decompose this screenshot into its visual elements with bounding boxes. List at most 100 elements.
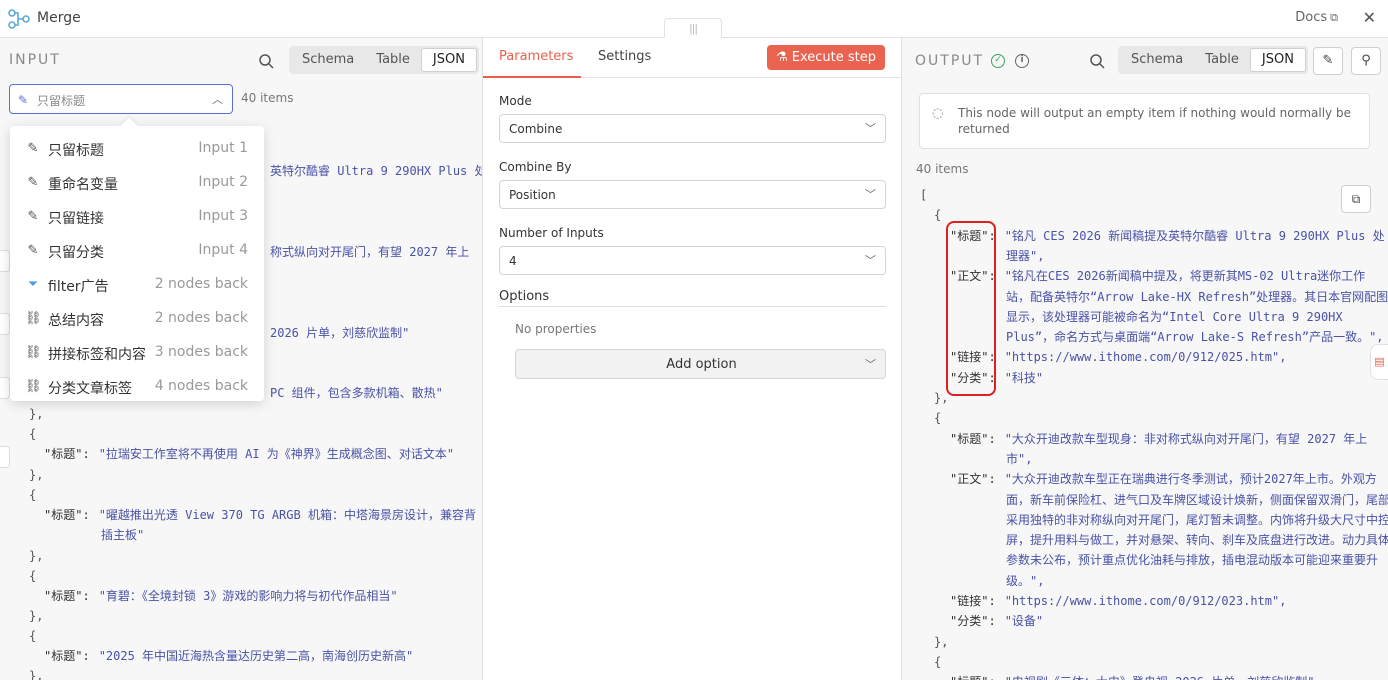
- dropdown-item-source: 2 nodes back: [154, 310, 248, 326]
- node-dropdown: ✎ 只留标题 Input 1 ✎ 重命名变量 Input 2 ✎ 只留链接 Input 3 ✎ 只留…: [10, 117, 264, 404]
- dropdown-item[interactable]: ⛓ 总结内容 2 nodes back: [10, 302, 264, 336]
- dropdown-item-source: 4 nodes back: [154, 378, 248, 394]
- json-line: {: [29, 485, 36, 505]
- dropdown-item[interactable]: ✎ 只留链接 Input 3: [10, 200, 264, 234]
- dropdown-item-source: Input 3: [198, 208, 248, 224]
- drag-handle[interactable]: |||: [664, 18, 722, 38]
- dropdown-item-source: Input 4: [198, 242, 248, 258]
- tab-schema[interactable]: Schema: [291, 48, 365, 72]
- json-line: Plus”，命名方式与桌面端“Arrow Lake-S Refresh”产品一致…: [1006, 327, 1384, 347]
- json-brace: {: [934, 411, 942, 426]
- json-value: "曜越推出光透 View 370 TG ARGB 机箱：中塔海景房设计，兼容背: [98, 508, 476, 522]
- num-inputs-select[interactable]: 4 ﹀: [499, 246, 886, 275]
- json-brace: },: [934, 391, 949, 405]
- json-brace: {: [29, 427, 37, 441]
- app-title: Merge: [37, 10, 81, 26]
- json-value: 采用独特的非对称纵向对开尾门，尾灯暂未调整。内饰将升级大尺寸中控: [1006, 512, 1388, 527]
- edge-marker: [0, 377, 10, 399]
- tab-parameters[interactable]: Parameters: [499, 49, 573, 64]
- json-key: "标题":: [44, 447, 90, 461]
- json-line: {: [29, 566, 36, 586]
- json-value: 插主板": [101, 528, 145, 542]
- json-value: "大众开迪改款车型现身：非对称式纵向对开尾门，有望 2027 年上: [1004, 431, 1368, 446]
- json-value: "育碧：《全境封锁 3》游戏的影响力将与初代作品相当": [98, 589, 398, 603]
- json-value: 屏，提升用料与做工，并对悬架、转向、刹车及底盘进行改进。动力具体: [1006, 533, 1388, 548]
- docs-label: Docs: [1295, 10, 1328, 25]
- json-line: {: [934, 652, 941, 672]
- json-line: 插主板": [101, 525, 144, 545]
- json-value: 参数未公布，预计重点优化油耗与排放，插电混动版本可能迎来重要升: [1006, 553, 1379, 568]
- json-line: 称式纵向对开尾门，有望 2027 年上: [270, 242, 469, 262]
- json-value: 市",: [1006, 451, 1033, 466]
- docs-link[interactable]: Docs ⧉: [1295, 10, 1338, 25]
- json-line: 英特尔酷睿 Ultra 9 290HX Plus 处: [270, 161, 483, 181]
- json-value: 理器",: [1006, 248, 1045, 263]
- json-line: "标题": "电视剧《三体：大史》登央视 2026 片单，刘慈欣监制": [950, 672, 1315, 680]
- json-line: "正文": "大众开迪改款车型正在瑞典进行冬季测试，预计2027年上市。外观方: [950, 469, 1377, 489]
- json-line: },: [29, 404, 43, 424]
- json-line: "标题": "育碧：《全境封锁 3》游戏的影响力将与初代作品相当": [44, 586, 398, 606]
- search-icon[interactable]: [258, 53, 274, 69]
- json-line: 理器",: [1006, 246, 1044, 266]
- tab-settings[interactable]: Settings: [598, 49, 651, 64]
- json-key: "标题":: [44, 649, 90, 663]
- add-option-button[interactable]: Add option ﹀: [515, 349, 886, 379]
- dropdown-item[interactable]: ✎ 重命名变量 Input 2: [10, 166, 264, 200]
- json-key: "标题":: [950, 431, 996, 446]
- success-check-icon: ✓: [991, 54, 1005, 68]
- json-brace: },: [29, 609, 44, 623]
- dropdown-item[interactable]: ✎ 只留标题 Input 1: [10, 132, 264, 166]
- json-line: 站，配备英特尔“Arrow Lake-HX Refresh”处理器。其日本官网配…: [1006, 287, 1388, 307]
- json-key: "分类":: [950, 614, 996, 629]
- dropdown-item-label: 总结内容: [48, 313, 104, 329]
- json-value: "科技": [1004, 370, 1044, 385]
- tab-table[interactable]: Table: [1194, 48, 1250, 72]
- output-items-count: 40 items: [916, 162, 969, 176]
- pencil-icon: ✎: [18, 93, 29, 107]
- dropdown-item[interactable]: ⛓ 分类文章标签 4 nodes back: [10, 370, 264, 404]
- combine-by-label: Combine By: [499, 160, 572, 174]
- json-value: 英特尔酷睿 Ultra 9 290HX Plus 处: [270, 164, 483, 178]
- dropdown-item-label: 拼接标签和内容: [48, 347, 146, 363]
- json-line: "标题": "曜越推出光透 View 370 TG ARGB 机箱：中塔海景房设计…: [44, 505, 476, 525]
- tab-schema[interactable]: Schema: [1120, 48, 1194, 72]
- json-line: },: [29, 546, 43, 566]
- execute-step-button[interactable]: ⚗ Execute step: [767, 45, 885, 70]
- json-line: 市",: [1006, 449, 1032, 469]
- copy-button[interactable]: ⧉: [1341, 185, 1371, 213]
- input-title: INPUT: [9, 52, 61, 68]
- tab-table[interactable]: Table: [365, 48, 421, 72]
- json-line: 采用独特的非对称纵向对开尾门，尾灯暂未调整。内饰将升级大尺寸中控: [1006, 510, 1388, 530]
- tab-json[interactable]: JSON: [420, 48, 477, 72]
- mode-select[interactable]: Combine ﹀: [499, 114, 886, 143]
- dropdown-item[interactable]: ⛓ 拼接标签和内容 3 nodes back: [10, 336, 264, 370]
- output-view-toggle: Schema Table JSON: [1118, 46, 1308, 74]
- json-brace: },: [29, 549, 44, 563]
- dropdown-item[interactable]: ✎ 只留分类 Input 4: [10, 234, 264, 268]
- tab-json[interactable]: JSON: [1249, 48, 1306, 72]
- chevron-down-icon: ﹀: [865, 122, 876, 135]
- json-brace: },: [934, 634, 949, 649]
- dropdown-item[interactable]: ⏷ filter广告 2 nodes back: [10, 268, 264, 302]
- filter-icon: ⏷: [27, 277, 39, 292]
- external-link-icon: ⧉: [1330, 11, 1338, 24]
- json-key: "正文":: [950, 472, 996, 487]
- info-icon[interactable]: i: [1015, 54, 1029, 68]
- close-button[interactable]: ✕: [1363, 8, 1376, 27]
- json-line: },: [934, 632, 948, 652]
- json-value: 显示，该处理器可能被命名为“Intel Core Ultra 9 290HX: [1006, 309, 1343, 324]
- pencil-icon: ✎: [27, 209, 39, 224]
- json-brace: {: [934, 208, 942, 223]
- loading-icon: ◌: [932, 106, 944, 121]
- json-line: "标题": "大众开迪改款车型现身：非对称式纵向对开尾门，有望 2027 年上: [950, 429, 1367, 449]
- pencil-icon: ✎: [1322, 53, 1334, 68]
- json-value: PC 组件，包含多款机箱、散热": [270, 386, 443, 400]
- json-brace: {: [29, 629, 37, 643]
- edit-output-button[interactable]: ✎: [1313, 47, 1343, 75]
- pin-data-button[interactable]: ⚲: [1351, 47, 1381, 75]
- search-icon[interactable]: [1089, 53, 1105, 69]
- json-line: {: [29, 626, 36, 646]
- input-node-select[interactable]: ✎ 只留标题 ︿: [9, 84, 233, 114]
- combine-by-select[interactable]: Position ﹀: [499, 180, 886, 209]
- side-panel-tab[interactable]: ▤: [1370, 344, 1388, 380]
